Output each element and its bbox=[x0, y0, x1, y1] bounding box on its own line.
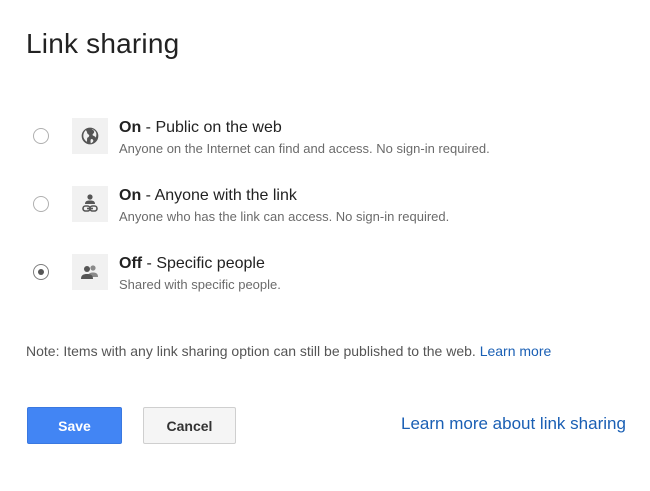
note: Note: Items with any link sharing option… bbox=[26, 343, 551, 359]
radio-specific-people[interactable] bbox=[33, 264, 49, 280]
globe-icon bbox=[72, 118, 108, 154]
option-specific-people[interactable]: Off - Specific people Shared with specif… bbox=[0, 254, 650, 310]
option-separator: - bbox=[141, 119, 156, 136]
learn-more-link-sharing[interactable]: Learn more about link sharing bbox=[401, 414, 626, 434]
option-separator: - bbox=[142, 255, 157, 272]
note-text: Note: Items with any link sharing option… bbox=[26, 343, 480, 359]
option-state: On bbox=[119, 187, 142, 204]
option-description: Anyone who has the link can access. No s… bbox=[119, 209, 450, 224]
option-separator: - bbox=[141, 187, 155, 204]
radio-public-on-web[interactable] bbox=[33, 128, 49, 144]
cancel-button[interactable]: Cancel bbox=[143, 407, 236, 444]
option-anyone-with-link[interactable]: On - Anyone with the link Anyone who has… bbox=[0, 186, 650, 242]
option-description: Anyone on the Internet can find and acce… bbox=[119, 141, 490, 156]
option-state: Off bbox=[119, 255, 143, 272]
learn-more-link[interactable]: Learn more bbox=[480, 343, 552, 359]
option-label: Specific people bbox=[156, 255, 265, 272]
option-state: On bbox=[119, 119, 142, 136]
dialog-title: Link sharing bbox=[26, 28, 180, 59]
person-link-icon bbox=[72, 186, 108, 222]
option-description: Shared with specific people. bbox=[119, 277, 281, 292]
option-label: Public on the web bbox=[155, 119, 282, 136]
people-icon bbox=[72, 254, 108, 290]
radio-anyone-with-link[interactable] bbox=[33, 196, 49, 212]
option-public-on-web[interactable]: On - Public on the web Anyone on the Int… bbox=[0, 118, 650, 174]
option-label: Anyone with the link bbox=[154, 187, 297, 204]
save-button[interactable]: Save bbox=[27, 407, 122, 444]
